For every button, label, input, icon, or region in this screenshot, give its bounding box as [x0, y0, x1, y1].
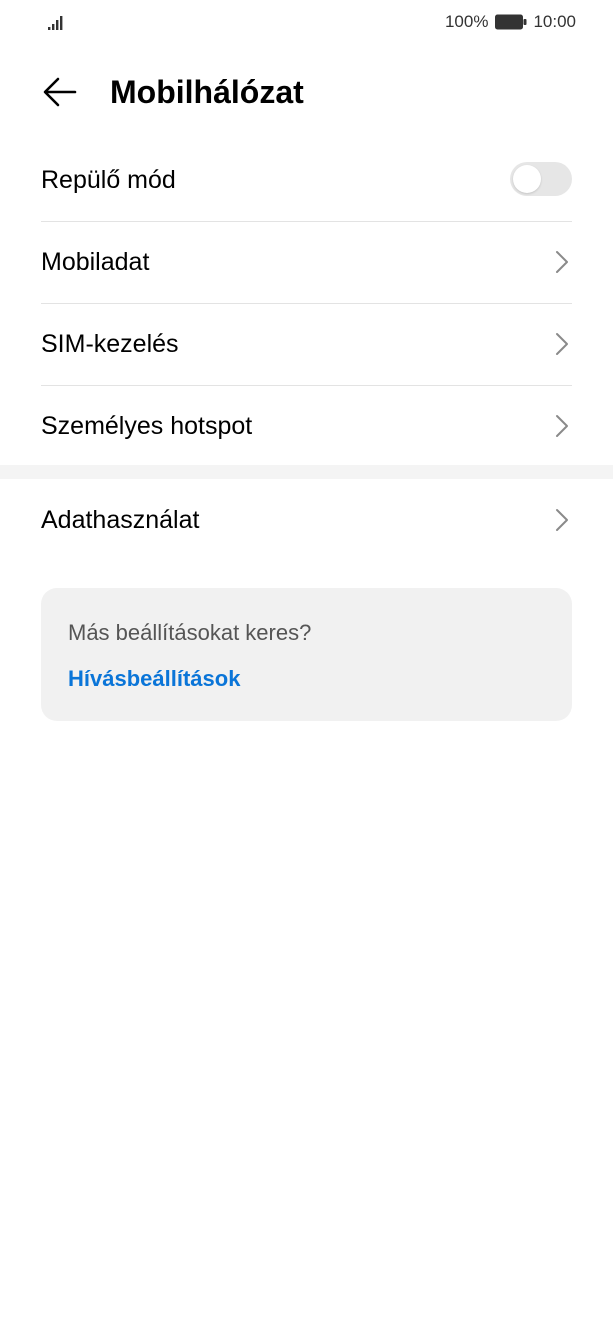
settings-row-mobile-data[interactable]: Mobiladat	[41, 222, 572, 304]
battery-percent: 100%	[444, 12, 489, 31]
chevron-right-icon	[556, 251, 568, 273]
settings-row-personal-hotspot[interactable]: Személyes hotspot	[41, 386, 572, 467]
chevron-right-icon	[556, 415, 568, 437]
settings-row-label: SIM-kezelés	[41, 330, 179, 358]
settings-row-data-usage[interactable]: Adathasználat	[41, 480, 572, 561]
suggestion-question: Más beállításokat keres?	[68, 620, 312, 645]
settings-row-label: Repülő mód	[41, 166, 176, 194]
settings-row-label: Mobiladat	[41, 248, 150, 276]
settings-row-airplane-mode[interactable]: Repülő mód	[41, 140, 572, 222]
header: Mobilhálózat	[0, 60, 613, 124]
settings-list: Repülő mód Mobiladat SIM-kezelés Személy…	[0, 140, 613, 467]
group-divider	[0, 465, 613, 479]
airplane-mode-toggle[interactable]	[510, 162, 572, 196]
clock: 10:00	[533, 12, 576, 31]
toggle-knob	[513, 165, 541, 193]
call-settings-link[interactable]: Hívásbeállítások	[68, 666, 240, 692]
arrow-left-icon	[43, 77, 77, 107]
chevron-right-icon	[556, 509, 568, 531]
settings-row-sim-management[interactable]: SIM-kezelés	[41, 304, 572, 386]
page-title: Mobilhálózat	[110, 74, 304, 110]
back-button[interactable]	[38, 72, 82, 112]
suggestion-card: Más beállításokat keres? Hívásbeállításo…	[41, 588, 572, 721]
chevron-right-icon	[556, 333, 568, 355]
settings-list-secondary: Adathasználat	[0, 480, 613, 561]
status-right: 100% 10:00	[445, 11, 576, 33]
battery-icon	[495, 14, 527, 30]
settings-row-label: Személyes hotspot	[41, 412, 253, 440]
screen: 100% 10:00 Mobilhálózat Repülő mód Mobil…	[0, 0, 613, 1330]
signal-icon	[48, 16, 63, 30]
status-bar: 100% 10:00	[0, 0, 613, 44]
settings-row-label: Adathasználat	[41, 506, 200, 534]
